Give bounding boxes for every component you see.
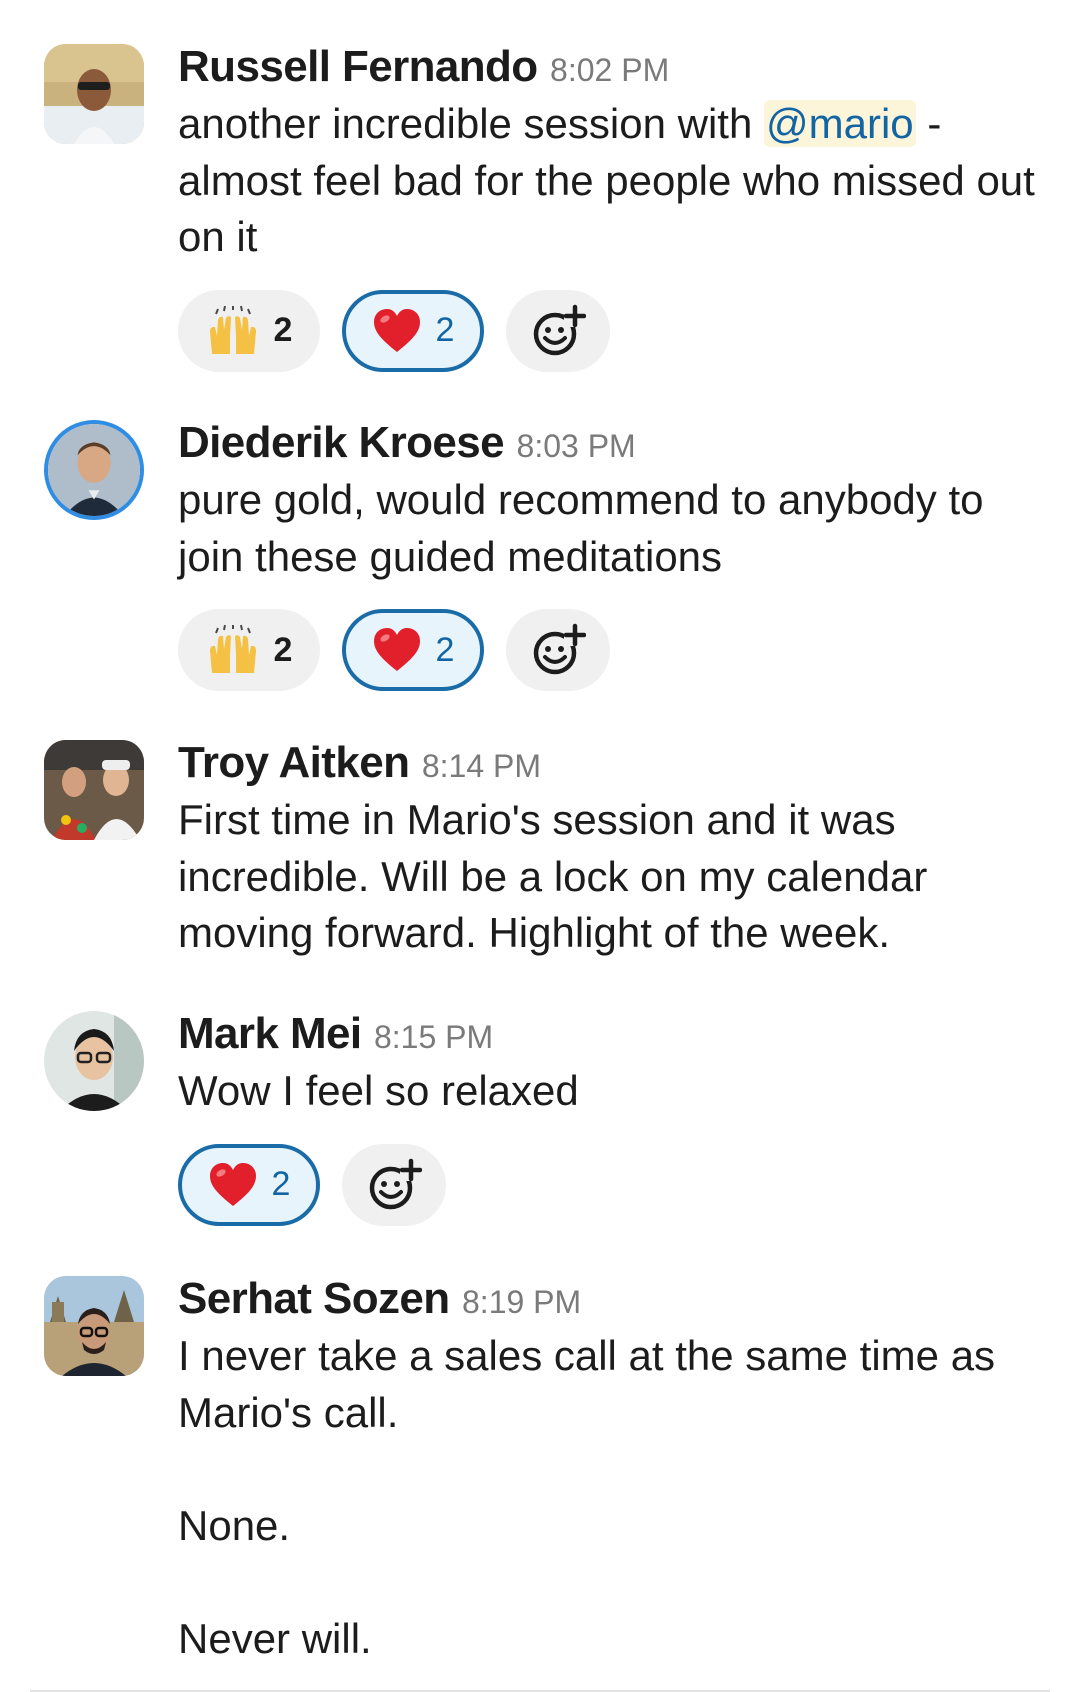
message-text: I never take a sales call at the same ti… bbox=[178, 1328, 1048, 1667]
avatar-photo bbox=[48, 424, 140, 516]
author-name[interactable]: Diederik Kroese bbox=[178, 418, 505, 467]
message-body: Serhat Sozen 8:19 PM I never take a sale… bbox=[178, 1270, 1048, 1667]
message-paragraph: First time in Mario's session and it was… bbox=[178, 796, 928, 956]
message-text: another incredible session with @mario -… bbox=[178, 96, 1048, 266]
reaction-raising-hands[interactable]: 2 bbox=[178, 289, 320, 372]
avatar[interactable] bbox=[44, 740, 144, 840]
add-reaction-button[interactable] bbox=[506, 609, 610, 691]
message-text-segment: another incredible session with bbox=[178, 100, 764, 147]
reactions-bar: 2 2 bbox=[178, 289, 1048, 372]
raising-hands-emoji bbox=[206, 305, 260, 356]
red-heart-emoji bbox=[372, 627, 422, 673]
avatar[interactable] bbox=[48, 424, 140, 516]
author-name[interactable]: Troy Aitken bbox=[178, 738, 410, 787]
message-body: Diederik Kroese 8:03 PM pure gold, would… bbox=[178, 414, 1048, 691]
add-reaction-button[interactable] bbox=[506, 289, 610, 372]
message-text: Wow I feel so relaxed bbox=[178, 1063, 1048, 1120]
timestamp[interactable]: 8:03 PM bbox=[517, 428, 636, 464]
reaction-count: 2 bbox=[271, 1165, 291, 1203]
raising-hands-emoji bbox=[206, 625, 260, 675]
avatar[interactable] bbox=[44, 1011, 144, 1111]
message-text: First time in Mario's session and it was… bbox=[178, 792, 1048, 962]
red-heart-emoji bbox=[208, 1162, 258, 1208]
avatar-photo bbox=[44, 740, 144, 840]
message-body: Troy Aitken 8:14 PM First time in Mario'… bbox=[178, 734, 1048, 962]
reaction-count: 2 bbox=[273, 630, 293, 669]
author-name[interactable]: Serhat Sozen bbox=[178, 1274, 450, 1323]
message-body: Mark Mei 8:15 PM Wow I feel so relaxed 2 bbox=[178, 1005, 1048, 1226]
reaction-heart[interactable]: 2 bbox=[178, 1143, 320, 1226]
avatar-photo bbox=[44, 1276, 144, 1376]
timestamp[interactable]: 8:19 PM bbox=[462, 1284, 581, 1320]
message-paragraph: pure gold, would recommend to anybody to… bbox=[178, 476, 984, 580]
reaction-raising-hands[interactable]: 2 bbox=[178, 609, 320, 691]
reaction-heart[interactable]: 2 bbox=[342, 289, 484, 372]
message-paragraph: None. bbox=[178, 1501, 291, 1549]
avatar-photo bbox=[44, 1011, 144, 1111]
add-reaction-icon bbox=[530, 303, 586, 359]
add-reaction-button[interactable] bbox=[342, 1143, 446, 1226]
reaction-count: 2 bbox=[435, 630, 455, 669]
reaction-count: 2 bbox=[273, 311, 293, 349]
timestamp[interactable]: 8:14 PM bbox=[422, 748, 541, 784]
message-paragraph: Wow I feel so relaxed bbox=[178, 1067, 579, 1114]
red-heart-emoji bbox=[372, 308, 422, 354]
timestamp[interactable]: 8:02 PM bbox=[550, 52, 669, 88]
avatar[interactable] bbox=[44, 44, 144, 144]
user-mention[interactable]: @mario bbox=[764, 100, 916, 147]
author-name[interactable]: Mark Mei bbox=[178, 1009, 362, 1058]
avatar-photo bbox=[44, 44, 144, 144]
message-paragraph: I never take a sales call at the same ti… bbox=[178, 1332, 996, 1436]
message-text: pure gold, would recommend to anybody to… bbox=[178, 472, 1048, 585]
reactions-bar: 2 2 bbox=[178, 609, 1048, 691]
reactions-bar: 2 bbox=[178, 1143, 1048, 1226]
author-name[interactable]: Russell Fernando bbox=[178, 42, 538, 91]
reaction-count: 2 bbox=[435, 311, 455, 349]
add-reaction-icon bbox=[366, 1157, 422, 1213]
add-reaction-icon bbox=[530, 622, 586, 678]
avatar[interactable] bbox=[44, 1276, 144, 1376]
message-paragraph: Never will. bbox=[178, 1614, 372, 1662]
message-body: Russell Fernando 8:02 PM another incredi… bbox=[178, 38, 1048, 372]
timestamp[interactable]: 8:15 PM bbox=[374, 1019, 493, 1055]
reaction-heart[interactable]: 2 bbox=[342, 609, 484, 691]
